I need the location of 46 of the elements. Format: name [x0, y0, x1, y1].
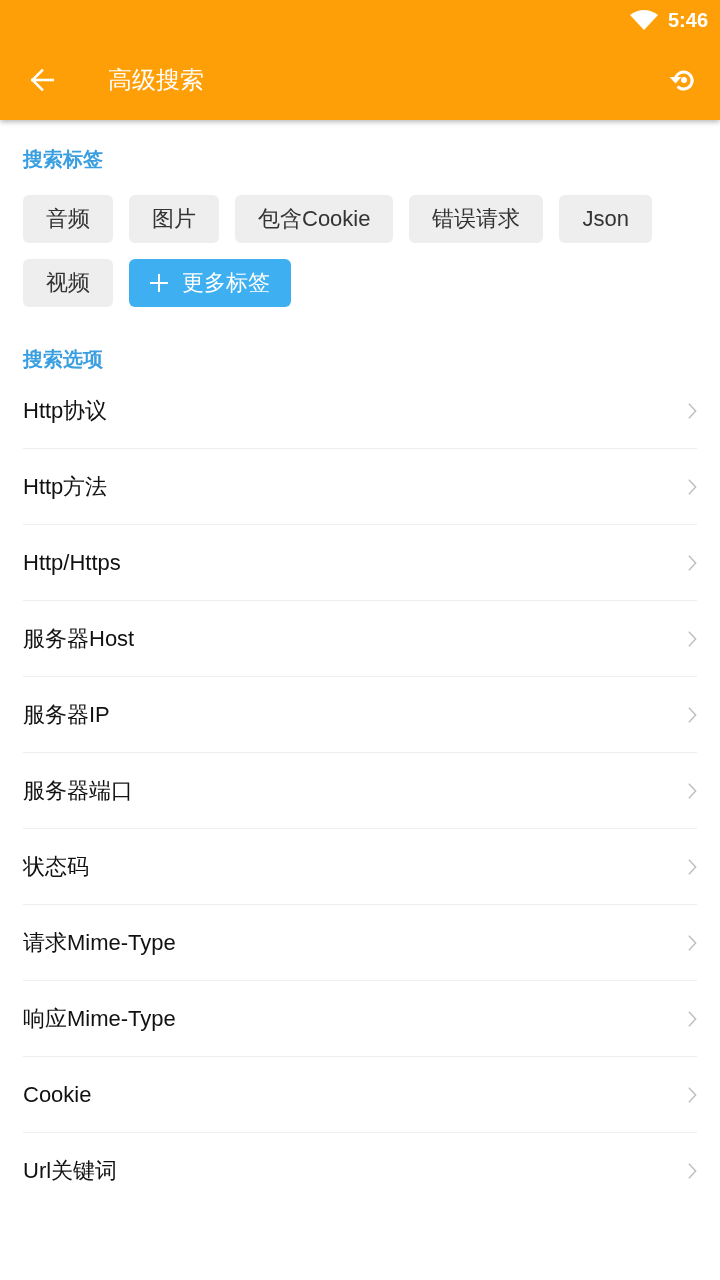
option-label: 状态码	[23, 852, 89, 881]
option-label: 服务器端口	[23, 776, 133, 805]
option-row[interactable]: 服务器Host	[23, 601, 697, 677]
chevron-right-icon	[688, 630, 697, 647]
chevron-right-icon	[688, 1010, 697, 1027]
chevron-right-icon	[688, 706, 697, 723]
tag-chip[interactable]: 音频	[23, 195, 113, 243]
option-row[interactable]: Url关键词	[23, 1133, 697, 1209]
option-label: Url关键词	[23, 1157, 118, 1185]
option-label: 服务器Host	[23, 624, 135, 653]
option-row[interactable]: Http协议	[23, 373, 697, 449]
option-label: Cookie	[23, 1081, 92, 1108]
chevron-right-icon	[688, 934, 697, 951]
screen-title: 高级搜索	[108, 65, 205, 95]
option-label: Http协议	[23, 396, 108, 425]
option-label: Http方法	[23, 472, 108, 501]
tag-chip[interactable]: Json	[559, 195, 652, 243]
back-arrow-icon[interactable]	[30, 68, 54, 92]
option-label: 请求Mime-Type	[23, 928, 176, 957]
tag-chip[interactable]: 包含Cookie	[235, 195, 394, 243]
tag-chip[interactable]: 错误请求	[409, 195, 544, 243]
section-heading: 搜索标签	[23, 147, 103, 171]
option-row[interactable]: 请求Mime-Type	[23, 905, 697, 981]
option-row[interactable]: Http方法	[23, 449, 697, 525]
chevron-right-icon	[688, 478, 697, 495]
plus-icon	[150, 274, 168, 292]
option-row[interactable]: 响应Mime-Type	[23, 981, 697, 1057]
tag-chip[interactable]: 视频	[23, 259, 113, 307]
option-row[interactable]: 服务器端口	[23, 753, 697, 829]
option-label: Http/Https	[23, 549, 121, 576]
option-row[interactable]: 状态码	[23, 829, 697, 905]
tag-chip[interactable]: 图片	[129, 195, 219, 243]
option-row[interactable]: 服务器IP	[23, 677, 697, 753]
wifi-icon	[629, 10, 658, 30]
chevron-right-icon	[688, 782, 697, 799]
section-heading: 搜索选项	[23, 347, 103, 371]
chevron-right-icon	[688, 858, 697, 875]
chevron-right-icon	[688, 1086, 697, 1103]
chevron-right-icon	[688, 554, 697, 571]
chevron-right-icon	[688, 402, 697, 419]
chevron-right-icon	[688, 1163, 697, 1179]
status-time: 5:46	[667, 8, 708, 32]
option-label: 响应Mime-Type	[23, 1004, 176, 1033]
option-row[interactable]: Cookie	[23, 1057, 697, 1133]
option-label: 服务器IP	[23, 700, 110, 729]
option-row[interactable]: Http/Https	[23, 525, 697, 601]
